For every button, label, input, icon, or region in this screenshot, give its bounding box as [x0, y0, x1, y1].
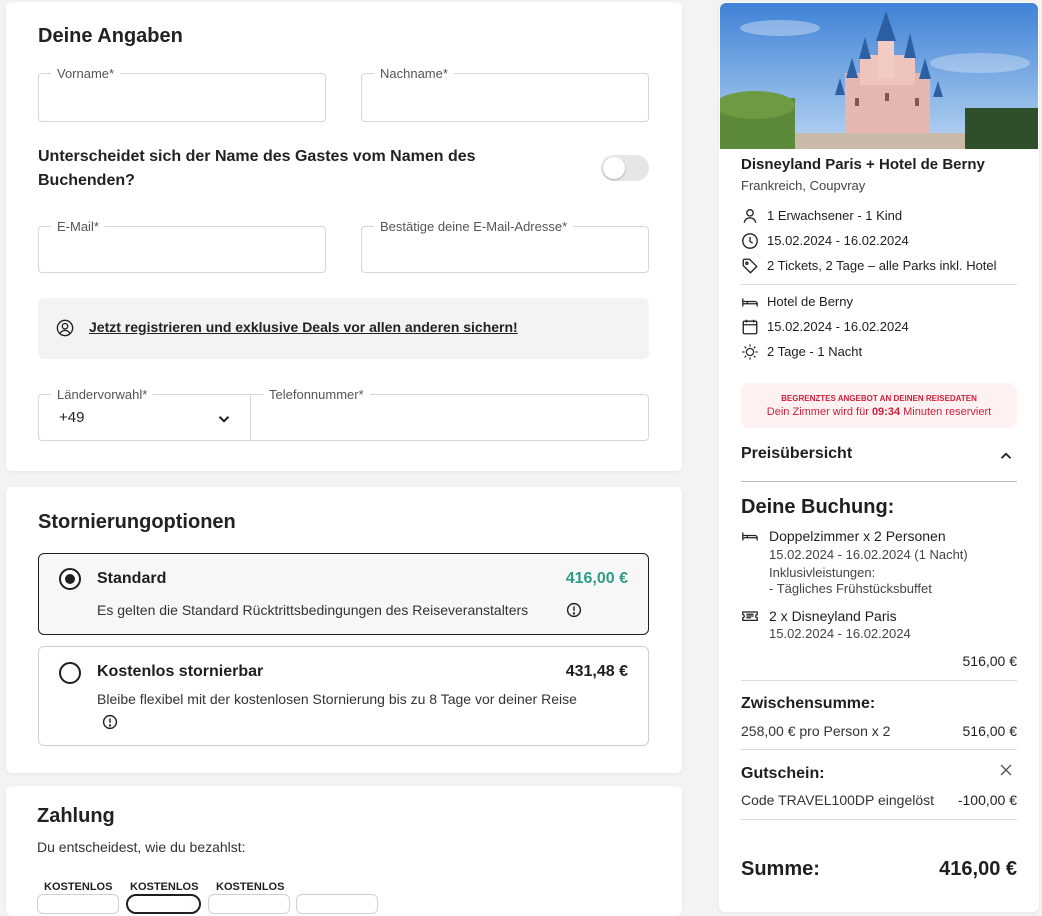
payment-badge: KOSTENLOS [216, 881, 285, 893]
calendar-icon [741, 318, 759, 336]
offer-countdown: 09:34 [871, 406, 901, 418]
guest-name-toggle[interactable] [601, 155, 649, 181]
details-card: Deine Angaben Vorname* Nachname* Untersc… [6, 2, 682, 471]
details-title: Deine Angaben [38, 25, 183, 47]
lastname-field[interactable]: Nachname* [361, 66, 649, 122]
radio-free-cancellation[interactable] [59, 662, 81, 684]
room-dates: 15.02.2024 - 16.02.2024 (1 Nacht) [769, 547, 968, 562]
limited-offer-banner: BEGRENZTES ANGEBOT AN DEINEN REISEDATEN … [741, 383, 1017, 428]
limited-offer-title: BEGRENZTES ANGEBOT AN DEINEN REISEDATEN [781, 394, 977, 403]
payment-method-option[interactable] [126, 894, 201, 914]
option-standard-price: 416,00 € [565, 570, 628, 587]
castle-image [720, 3, 1038, 149]
payment-subtitle: Du entscheidest, wie du bezahlst: [37, 839, 246, 855]
user-circle-icon [56, 319, 74, 337]
email-confirm-label: Bestätige deine E-Mail-Adresse* [374, 219, 574, 234]
payment-badge: KOSTENLOS [44, 881, 113, 893]
inclusions-label: Inklusivleistungen: [769, 565, 876, 580]
register-banner: Jetzt registrieren und exklusive Deals v… [38, 298, 649, 359]
country-code-select[interactable]: Ländervorwahl* +49 [38, 387, 251, 441]
ticket-icon [741, 607, 759, 625]
register-link[interactable]: Jetzt registrieren und exklusive Deals v… [89, 319, 518, 335]
payment-card: Zahlung Du entscheidest, wie du bezahlst… [6, 786, 682, 916]
payment-method-option[interactable] [37, 894, 119, 914]
guest-question: Unterscheidet sich der Name des Gastes v… [38, 148, 476, 189]
country-code-value: +49 [59, 409, 85, 426]
lastname-label: Nachname* [374, 66, 454, 81]
toggle-knob [603, 157, 625, 179]
divider [741, 680, 1017, 681]
option-free-price: 431,48 € [565, 663, 628, 680]
cancellation-title: Stornierungoptionen [38, 511, 236, 533]
option-standard-label: Standard [97, 570, 167, 587]
chevron-up-icon [997, 447, 1015, 465]
option-free-desc: Bleibe flexibel mit der kostenlosen Stor… [97, 691, 577, 707]
sum-label: Summe: [741, 858, 820, 880]
divider [741, 819, 1017, 820]
summary-card: Disneyland Paris + Hotel de Berny Frankr… [719, 2, 1039, 912]
bed-icon [741, 293, 759, 311]
subtotal-desc: 258,00 € pro Person x 2 [741, 723, 891, 739]
sun-icon [741, 343, 759, 361]
sum-value: 416,00 € [939, 858, 1017, 880]
close-icon[interactable] [999, 763, 1013, 777]
option-free-label: Kostenlos stornierbar [97, 663, 264, 680]
chevron-down-icon [215, 410, 233, 428]
person-icon [741, 207, 759, 225]
travellers: 1 Erwachsener - 1 Kind [767, 208, 903, 223]
firstname-label: Vorname* [51, 66, 121, 81]
firstname-field[interactable]: Vorname* [38, 66, 326, 122]
radio-standard[interactable] [59, 568, 81, 590]
inclusion-item: - Tägliches Frühstücksbuffet [769, 581, 932, 596]
voucher-desc: Code TRAVEL100DP eingelöst [741, 792, 935, 808]
travel-dates: 15.02.2024 - 16.02.2024 [767, 233, 909, 248]
payment-method-option[interactable] [296, 894, 378, 914]
limited-offer-text: Dein Zimmer wird für 09:34 Minuten reser… [741, 406, 1017, 418]
phone-field[interactable]: Telefonnummer* [250, 387, 649, 441]
cancellation-card: Stornierungoptionen Standard 416,00 € Es… [6, 487, 682, 773]
divider [741, 749, 1017, 750]
room-line: Doppelzimmer x 2 Personen [769, 528, 946, 544]
park-line: 2 x Disneyland Paris [769, 608, 897, 624]
price-overview-toggle[interactable]: Preisübersicht [741, 442, 1017, 472]
email-field[interactable]: E-Mail* [38, 219, 326, 273]
divider [741, 481, 1017, 482]
payment-badge: KOSTENLOS [130, 881, 199, 893]
offer-location: Frankreich, Coupvray [741, 178, 866, 193]
offer-text-post: Minuten reserviert [903, 406, 992, 418]
booking-total: 516,00 € [962, 653, 1018, 669]
email-label: E-Mail* [51, 219, 105, 234]
bed-icon [741, 527, 759, 545]
tag-icon [741, 257, 759, 275]
offer-text-pre: Dein Zimmer wird für [766, 406, 869, 418]
hotel-dates: 15.02.2024 - 16.02.2024 [767, 319, 909, 334]
voucher-title: Gutschein: [741, 765, 825, 782]
option-standard[interactable]: Standard 416,00 € Es gelten die Standard… [38, 553, 649, 635]
option-free-cancellation[interactable]: Kostenlos stornierbar 431,48 € Bleibe fl… [38, 646, 649, 746]
duration: 2 Tage - 1 Nacht [767, 344, 863, 359]
tickets: 2 Tickets, 2 Tage – alle Parks inkl. Hot… [767, 258, 997, 273]
payment-method-option[interactable] [208, 894, 290, 914]
email-confirm-field[interactable]: Bestätige deine E-Mail-Adresse* [361, 219, 649, 273]
park-dates: 15.02.2024 - 16.02.2024 [769, 626, 911, 641]
divider [741, 284, 1017, 285]
payment-title: Zahlung [37, 805, 115, 827]
option-standard-desc: Es gelten die Standard Rücktrittsbedingu… [97, 602, 529, 618]
booking-title: Deine Buchung: [741, 496, 895, 518]
voucher-value: -100,00 € [957, 792, 1017, 808]
info-icon[interactable] [566, 602, 582, 618]
subtotal-value: 516,00 € [962, 723, 1018, 739]
price-overview-title: Preisübersicht [741, 445, 853, 462]
info-icon[interactable] [102, 714, 118, 730]
clock-icon [741, 232, 759, 250]
offer-title: Disneyland Paris + Hotel de Berny [741, 156, 985, 173]
hotel-name: Hotel de Berny [767, 294, 853, 309]
subtotal-title: Zwischensumme: [741, 695, 876, 712]
phone-label: Telefonnummer* [263, 387, 370, 402]
radio-dot [65, 574, 75, 584]
country-code-label: Ländervorwahl* [51, 387, 154, 402]
